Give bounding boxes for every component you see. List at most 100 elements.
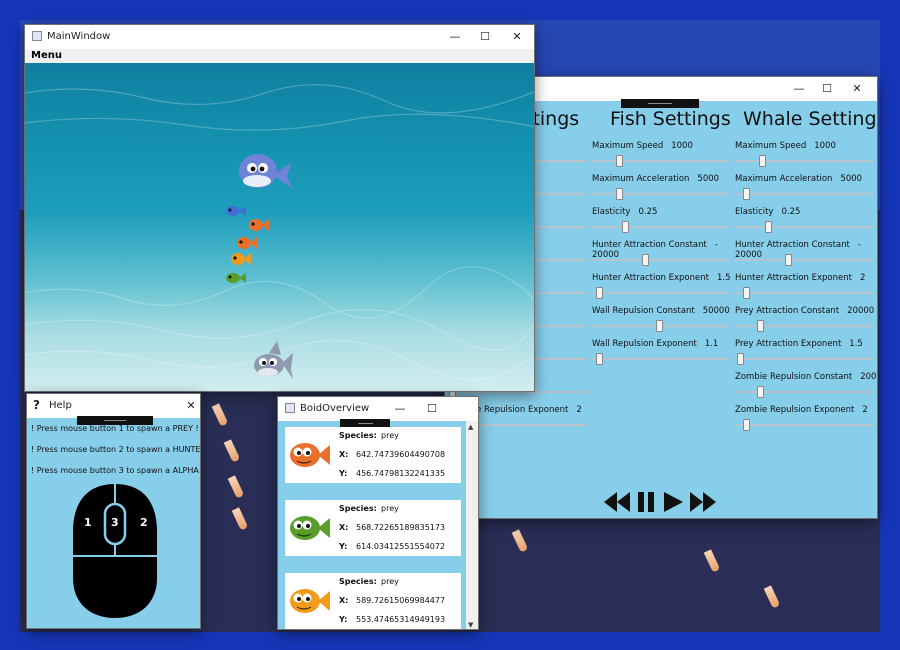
- slider-track[interactable]: [735, 193, 873, 195]
- slider-thumb[interactable]: [743, 419, 750, 431]
- whale-setting-slider[interactable]: [735, 254, 873, 266]
- green-fish-boid[interactable]: [226, 273, 246, 283]
- slider-track[interactable]: [735, 391, 873, 393]
- slider-thumb[interactable]: [642, 254, 649, 266]
- whale-setting-slider[interactable]: [735, 287, 873, 299]
- whale-settings-title: Whale Settings: [743, 108, 878, 130]
- slider-track[interactable]: [592, 160, 730, 162]
- slider-thumb[interactable]: [616, 155, 623, 167]
- scroll-down-icon[interactable]: ▼: [468, 621, 473, 629]
- slider-thumb[interactable]: [743, 287, 750, 299]
- x-label: X:: [339, 523, 349, 532]
- fast-forward-icon[interactable]: [690, 492, 716, 512]
- whale-setting-value: 20000: [860, 372, 877, 382]
- slider-track[interactable]: [592, 226, 730, 228]
- close-button[interactable]: ✕: [177, 397, 200, 415]
- boid-window-title: BoidOverview: [300, 403, 370, 414]
- slider-track[interactable]: [735, 160, 873, 162]
- pause-icon[interactable]: [638, 492, 654, 512]
- fish-setting-slider[interactable]: [592, 353, 730, 365]
- slider-thumb[interactable]: [616, 188, 623, 200]
- whale-setting-row: Prey Attraction Constant 20000: [735, 306, 875, 332]
- slider-thumb[interactable]: [757, 386, 764, 398]
- slider-track[interactable]: [592, 193, 730, 195]
- slider-track[interactable]: [735, 325, 873, 327]
- minimize-button[interactable]: —: [386, 400, 414, 418]
- mouse-button-2-label: 2: [140, 516, 148, 529]
- maximize-button[interactable]: ☐: [813, 80, 841, 98]
- rewind-icon[interactable]: [604, 492, 630, 512]
- fish-setting-slider[interactable]: [592, 188, 730, 200]
- slider-track[interactable]: [592, 259, 730, 261]
- boid-card[interactable]: Species: prey X: 589.72615069984477 Y: 553.47…: [285, 573, 461, 629]
- slider-thumb[interactable]: [765, 221, 772, 233]
- close-button[interactable]: ✕: [503, 28, 531, 46]
- wallpaper-claw: [227, 475, 245, 499]
- fish-setting-slider[interactable]: [592, 320, 730, 332]
- whale-setting-slider[interactable]: [735, 320, 873, 332]
- help-titlebar[interactable]: ? Help ✕: [27, 394, 200, 418]
- boid-titlebar[interactable]: BoidOverview — ☐: [278, 397, 478, 421]
- slider-thumb[interactable]: [622, 221, 629, 233]
- whale-setting-value: 1.5: [849, 339, 863, 349]
- menu-button[interactable]: Menu: [25, 49, 534, 63]
- slider-track[interactable]: [735, 226, 873, 228]
- shark-boid[interactable]: [254, 341, 293, 379]
- minimize-button[interactable]: —: [785, 80, 813, 98]
- whale-setting-row: Elasticity 0.25: [735, 207, 875, 233]
- wallpaper-claw: [763, 585, 781, 609]
- fish-setting-slider[interactable]: [592, 287, 730, 299]
- fish-setting-slider[interactable]: [592, 155, 730, 167]
- slider-track[interactable]: [735, 292, 873, 294]
- fish-setting-label: Maximum Acceleration: [592, 174, 690, 184]
- main-titlebar[interactable]: MainWindow — ☐ ✕: [25, 25, 534, 49]
- fish-setting-row: Elasticity 0.25: [592, 207, 732, 233]
- slider-track[interactable]: [592, 292, 730, 294]
- slider-thumb[interactable]: [759, 155, 766, 167]
- slider-track[interactable]: [735, 424, 873, 426]
- whale-boid[interactable]: [239, 154, 293, 189]
- slider-track[interactable]: [735, 358, 873, 360]
- boid-card[interactable]: Species: prey X: 642.74739604490708 Y: 456.74…: [285, 427, 461, 483]
- whale-setting-label: Hunter Attraction Exponent: [735, 273, 852, 283]
- whale-setting-slider[interactable]: [735, 188, 873, 200]
- fish-setting-slider[interactable]: [592, 254, 730, 266]
- help-text-line: ! Press mouse button 3 to spawn a ALPHA …: [31, 466, 201, 475]
- yellow-fish-boid[interactable]: [231, 253, 251, 265]
- slider-thumb[interactable]: [785, 254, 792, 266]
- fish-setting-row: Maximum Acceleration 5000: [592, 174, 732, 200]
- slider-thumb[interactable]: [656, 320, 663, 332]
- scroll-up-icon[interactable]: ▲: [468, 423, 473, 431]
- playback-controls: [603, 489, 723, 515]
- ocean-canvas[interactable]: [25, 63, 534, 391]
- drag-handle[interactable]: [621, 99, 699, 108]
- fish-setting-slider[interactable]: [592, 221, 730, 233]
- whale-setting-slider[interactable]: [735, 386, 873, 398]
- slider-track[interactable]: [735, 259, 873, 261]
- whale-setting-slider[interactable]: [735, 353, 873, 365]
- slider-thumb[interactable]: [596, 353, 603, 365]
- whale-setting-value: 2: [859, 273, 866, 283]
- slider-thumb[interactable]: [757, 320, 764, 332]
- maximize-button[interactable]: ☐: [418, 400, 446, 418]
- wallpaper-claw: [703, 549, 721, 573]
- slider-thumb[interactable]: [743, 188, 750, 200]
- minimize-button[interactable]: —: [441, 28, 469, 46]
- slider-thumb[interactable]: [596, 287, 603, 299]
- boid-card[interactable]: Species: prey X: 568.72265189835173 Y: 614.03…: [285, 500, 461, 556]
- whale-setting-slider[interactable]: [735, 419, 873, 431]
- whale-setting-row: Prey Attraction Exponent 1.5: [735, 339, 875, 365]
- fish-setting-label: Wall Repulsion Constant: [592, 306, 695, 316]
- slider-thumb[interactable]: [737, 353, 744, 365]
- vertical-scrollbar[interactable]: ▲ ▼: [466, 421, 478, 629]
- whale-setting-slider[interactable]: [735, 155, 873, 167]
- orange-fish-boid[interactable]: [237, 237, 257, 249]
- orange-fish-boid[interactable]: [249, 219, 269, 231]
- whale-setting-slider[interactable]: [735, 221, 873, 233]
- blue-fish-boid[interactable]: [226, 206, 246, 216]
- maximize-button[interactable]: ☐: [471, 28, 499, 46]
- slider-track[interactable]: [592, 358, 730, 360]
- x-value: 589.72615069984477: [356, 596, 446, 605]
- play-icon[interactable]: [664, 492, 683, 512]
- close-button[interactable]: ✕: [843, 80, 871, 98]
